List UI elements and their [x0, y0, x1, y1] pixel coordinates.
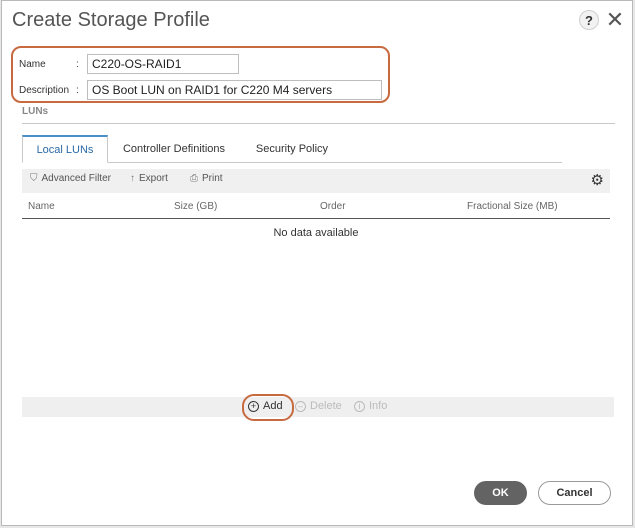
luns-grid-header: Name Size (GB) Order Fractional Size (MB… — [22, 195, 610, 219]
close-icon[interactable]: ✕ — [605, 9, 625, 31]
create-storage-profile-dialog: Create Storage Profile ? ✕ Name : C220-O… — [1, 0, 633, 526]
print-button[interactable]: ⎙ Print — [190, 173, 223, 184]
tab-local-luns[interactable]: Local LUNs — [22, 135, 108, 163]
info-label: Info — [369, 400, 388, 412]
column-header-size[interactable]: Size (GB) — [174, 201, 217, 212]
name-input[interactable]: C220-OS-RAID1 — [87, 54, 239, 74]
grid-empty-message: No data available — [273, 227, 359, 239]
help-icon[interactable]: ? — [579, 10, 599, 30]
print-icon: ⎙ — [190, 173, 198, 184]
advanced-filter-label: Advanced Filter — [41, 173, 111, 184]
column-header-fractional-size[interactable]: Fractional Size (MB) — [467, 201, 558, 212]
add-highlight-outline — [242, 394, 294, 421]
luns-divider — [22, 123, 615, 124]
export-icon: ↑ — [130, 173, 135, 184]
grid-toolbar: ⛉ Advanced Filter ↑ Export ⎙ Print ⚙ — [22, 169, 610, 193]
tab-controller-definitions[interactable]: Controller Definitions — [114, 135, 234, 163]
column-header-name[interactable]: Name — [28, 201, 55, 212]
gear-icon[interactable]: ⚙ — [591, 171, 604, 189]
delete-icon: – — [295, 400, 306, 412]
advanced-filter-button[interactable]: ⛉ Advanced Filter — [30, 173, 111, 184]
name-label: Name — [19, 59, 46, 70]
description-colon: : — [76, 85, 79, 96]
column-header-order[interactable]: Order — [320, 201, 346, 212]
delete-button[interactable]: – Delete — [295, 400, 342, 412]
filter-icon: ⛉ — [30, 173, 38, 184]
description-label: Description — [19, 85, 70, 96]
tab-security-policy[interactable]: Security Policy — [244, 135, 340, 163]
info-button[interactable]: i Info — [354, 400, 387, 412]
dialog-title: Create Storage Profile — [12, 9, 210, 31]
delete-label: Delete — [310, 400, 342, 412]
export-label: Export — [139, 173, 168, 184]
ok-button[interactable]: OK — [474, 481, 527, 505]
info-icon: i — [354, 400, 365, 412]
luns-section-title: LUNs — [22, 106, 49, 117]
grid-actions-bar: + Add – Delete i Info — [22, 397, 614, 417]
export-button[interactable]: ↑ Export — [130, 173, 168, 184]
description-input[interactable]: OS Boot LUN on RAID1 for C220 M4 servers — [87, 80, 382, 100]
name-colon: : — [76, 59, 79, 70]
cancel-button[interactable]: Cancel — [538, 481, 611, 505]
print-label: Print — [202, 173, 223, 184]
luns-tab-bar: Local LUNs Controller Definitions Securi… — [22, 135, 562, 163]
